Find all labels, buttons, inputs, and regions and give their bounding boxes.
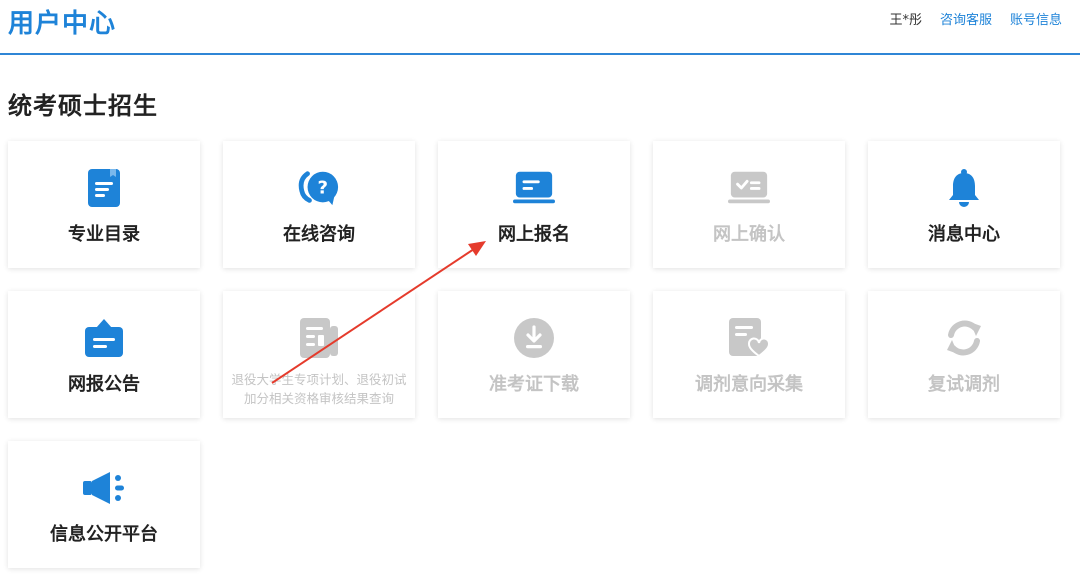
laptop-icon <box>513 167 555 209</box>
customer-service-link[interactable]: 咨询客服 <box>940 9 992 28</box>
top-header: 用户中心 王*彤 咨询客服 账号信息 <box>0 0 1080 55</box>
tile-retest-adjustment: 复试调剂 <box>868 291 1060 418</box>
refresh-icon <box>943 317 985 359</box>
tile-label: 信息公开平台 <box>50 524 158 545</box>
tile-label: 消息中心 <box>928 224 1000 245</box>
tile-registration-notice[interactable]: 网报公告 <box>8 291 200 418</box>
svg-text:?: ? <box>318 178 329 199</box>
tile-label: 网上确认 <box>713 224 785 245</box>
newspaper-icon <box>298 317 340 359</box>
tile-label: 调剂意向采集 <box>695 374 803 395</box>
document-icon <box>83 167 125 209</box>
tile-label: 专业目录 <box>68 224 140 245</box>
account-info-link[interactable]: 账号信息 <box>1010 9 1062 28</box>
tile-online-registration[interactable]: 网上报名 <box>438 141 630 268</box>
tile-online-consult[interactable]: ? 在线咨询 <box>223 141 415 268</box>
tile-major-catalog[interactable]: 专业目录 <box>8 141 200 268</box>
tile-adjustment-intention: 调剂意向采集 <box>653 291 845 418</box>
tile-label: 准考证下载 <box>489 374 579 395</box>
tile-veteran-qualification-query: 退役大学生专项计划、退役初试加分相关资格审核结果查询 <box>223 291 415 418</box>
tile-admission-ticket-download: 准考证下载 <box>438 291 630 418</box>
bell-icon <box>943 167 985 209</box>
user-name: 王*彤 <box>889 13 922 28</box>
heart-document-icon <box>728 317 770 359</box>
section-title: 统考硕士招生 <box>8 92 158 120</box>
tile-information-disclosure[interactable]: 信息公开平台 <box>8 441 200 568</box>
tile-online-confirmation: 网上确认 <box>653 141 845 268</box>
notice-board-icon <box>83 317 125 359</box>
megaphone-icon <box>83 467 125 509</box>
tile-label: 网上报名 <box>498 224 570 245</box>
user-area: 王*彤 咨询客服 账号信息 <box>889 9 1062 28</box>
tile-label: 复试调剂 <box>928 374 1000 395</box>
download-icon <box>513 317 555 359</box>
question-chat-icon: ? <box>298 167 340 209</box>
check-laptop-icon <box>728 167 770 209</box>
tile-message-center[interactable]: 消息中心 <box>868 141 1060 268</box>
brand-title: 用户中心 <box>8 9 117 39</box>
tile-label: 在线咨询 <box>283 224 355 245</box>
tile-label: 网报公告 <box>68 374 140 395</box>
tile-label: 退役大学生专项计划、退役初试加分相关资格审核结果查询 <box>231 372 407 406</box>
